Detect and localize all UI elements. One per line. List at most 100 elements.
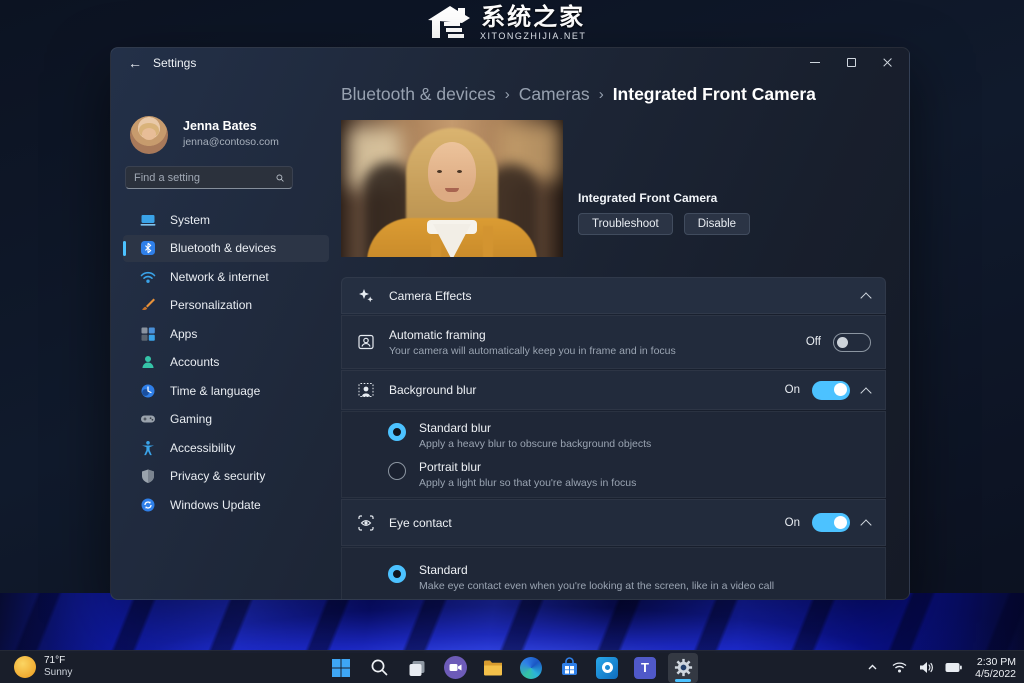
volume-icon[interactable] xyxy=(917,659,935,677)
automatic-framing-state: Off xyxy=(805,336,821,348)
breadcrumb-cameras[interactable]: Cameras xyxy=(519,84,590,105)
sidebar-item-label: Network & internet xyxy=(170,269,269,284)
disable-button[interactable]: Disable xyxy=(683,213,751,235)
sidebar-item-label: Accessibility xyxy=(170,440,236,455)
tray-time: 2:30 PM xyxy=(976,655,1016,668)
gaming-icon xyxy=(139,411,156,428)
maximize-button[interactable] xyxy=(833,50,869,74)
eye-contact-standard-title: Standard xyxy=(419,563,468,577)
watermark-logo: 系统之家 XITONGZHIJIA.NET xyxy=(424,2,586,44)
close-button[interactable] xyxy=(869,50,905,74)
weather-temperature: 71°F xyxy=(44,655,66,666)
maximize-icon xyxy=(846,57,856,67)
desktop-wallpaper-bloom xyxy=(0,593,1024,653)
chevron-up-icon[interactable] xyxy=(862,291,871,300)
sidebar-item-privacy-security[interactable]: Privacy & security xyxy=(123,463,329,490)
eye-contact-row[interactable]: Eye contact On xyxy=(341,499,886,546)
sidebar-item-label: Apps xyxy=(170,326,198,341)
search-input[interactable] xyxy=(134,171,276,184)
automatic-framing-row: Automatic framing Your camera will autom… xyxy=(341,315,886,369)
sidebar-item-gaming[interactable]: Gaming xyxy=(123,406,329,433)
outlook-button[interactable] xyxy=(592,653,622,683)
sidebar-item-time-language[interactable]: Time & language xyxy=(123,377,329,404)
back-button[interactable]: ← xyxy=(123,52,147,74)
window-title: Settings xyxy=(153,56,197,70)
sidebar-item-accounts[interactable]: Accounts xyxy=(123,349,329,376)
eye-contact-toggle[interactable] xyxy=(812,513,850,532)
automatic-framing-toggle[interactable] xyxy=(833,332,871,352)
apps-icon xyxy=(139,325,156,342)
standard-blur-radio[interactable] xyxy=(388,422,406,441)
minimize-button[interactable] xyxy=(797,50,833,74)
preview-person-eye xyxy=(457,170,462,173)
clock-widget[interactable]: 2:30 PM 4/5/2022 xyxy=(975,656,1016,680)
task-view-button[interactable] xyxy=(402,653,432,683)
weather-condition: Sunny xyxy=(44,667,73,678)
search-icon xyxy=(276,174,284,182)
eye-contact-title: Eye contact xyxy=(389,515,452,530)
sidebar-item-personalization[interactable]: Personalization xyxy=(123,292,329,319)
settings-content: Bluetooth & devices › Cameras › Integrat… xyxy=(341,78,909,599)
sidebar-nav: System Bluetooth & devices Network & int… xyxy=(123,206,329,520)
chevron-up-icon[interactable] xyxy=(862,386,871,395)
sidebar-item-windows-update[interactable]: Windows Update xyxy=(123,491,329,518)
eye-contact-standard-option: Standard Make eye contact even when you'… xyxy=(342,558,885,597)
camera-app-button[interactable] xyxy=(440,653,470,683)
sidebar-item-label: Time & language xyxy=(170,383,261,398)
outlook-icon xyxy=(596,656,618,679)
sun-icon xyxy=(14,656,36,678)
eye-contact-standard-desc: Make eye contact even when you're lookin… xyxy=(419,580,775,592)
search-box[interactable] xyxy=(125,166,293,189)
background-blur-options: Standard blur Apply a heavy blur to obsc… xyxy=(341,411,886,498)
camera-effects-header[interactable]: Camera Effects xyxy=(341,277,886,314)
portrait-blur-radio[interactable] xyxy=(388,461,406,480)
teams-icon: T xyxy=(634,656,656,679)
close-icon xyxy=(882,57,893,68)
weather-widget[interactable]: 71°F Sunny xyxy=(14,655,72,679)
portrait-blur-title: Portrait blur xyxy=(419,459,482,474)
wifi-icon[interactable] xyxy=(890,659,908,677)
camera-preview xyxy=(341,120,563,257)
edge-icon xyxy=(520,656,542,679)
preview-person-mouth xyxy=(445,188,459,192)
background-blur-toggle[interactable] xyxy=(812,380,850,400)
troubleshoot-button[interactable]: Troubleshoot xyxy=(578,213,673,235)
eye-contact-standard-radio[interactable] xyxy=(388,565,406,583)
start-button[interactable] xyxy=(326,653,356,683)
sidebar-item-bluetooth-devices[interactable]: Bluetooth & devices xyxy=(123,234,329,262)
taskbar-search-button[interactable] xyxy=(364,653,394,683)
chevron-up-icon[interactable] xyxy=(862,518,871,527)
sidebar-item-network-internet[interactable]: Network & internet xyxy=(123,263,329,290)
system-tray: 2:30 PM 4/5/2022 xyxy=(863,651,1016,683)
background-blur-row[interactable]: Background blur On xyxy=(341,370,886,410)
accessibility-icon xyxy=(139,439,156,456)
breadcrumb: Bluetooth & devices › Cameras › Integrat… xyxy=(341,84,816,105)
standard-blur-option: Standard blur Apply a heavy blur to obsc… xyxy=(342,416,885,455)
standard-blur-desc: Apply a heavy blur to obscure background… xyxy=(419,437,652,450)
network-icon xyxy=(139,268,156,285)
store-button[interactable] xyxy=(554,653,584,683)
edge-button[interactable] xyxy=(516,653,546,683)
store-icon xyxy=(561,657,577,675)
battery-icon[interactable] xyxy=(944,659,962,677)
teams-button[interactable]: T xyxy=(630,653,660,683)
automatic-framing-icon xyxy=(356,332,376,352)
file-explorer-button[interactable] xyxy=(478,653,508,683)
file-explorer-icon xyxy=(484,660,502,675)
watermark-title: 系统之家 xyxy=(481,4,586,31)
settings-taskbar-button[interactable] xyxy=(668,652,698,683)
sidebar-item-label: Accounts xyxy=(170,355,220,369)
preview-person-eye xyxy=(437,170,442,173)
sidebar-item-accessibility[interactable]: Accessibility xyxy=(123,434,329,461)
sidebar-item-label: Windows Update xyxy=(170,497,261,512)
tray-chevron-up-icon[interactable] xyxy=(863,659,881,677)
settings-window: ← Settings Jenna Bates jenna@contoso.com… xyxy=(110,47,910,600)
titlebar: ← Settings xyxy=(111,48,909,78)
camera-effects-title: Camera Effects xyxy=(389,288,472,303)
breadcrumb-bluetooth-devices[interactable]: Bluetooth & devices xyxy=(341,84,496,105)
watermark-subtitle: XITONGZHIJIA.NET xyxy=(480,31,587,41)
search-icon xyxy=(371,659,387,676)
sidebar-item-system[interactable]: System xyxy=(123,206,329,233)
sidebar-item-apps[interactable]: Apps xyxy=(123,320,329,347)
avatar[interactable] xyxy=(130,116,168,154)
